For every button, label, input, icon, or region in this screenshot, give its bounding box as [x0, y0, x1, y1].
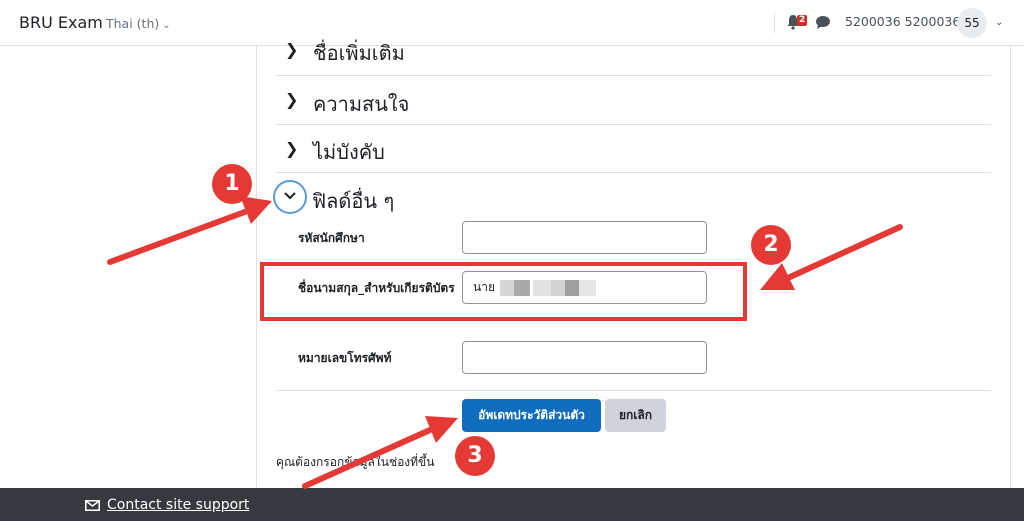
step-1-marker: 1: [212, 164, 252, 204]
step-2-marker: 2: [751, 225, 791, 265]
annotation-arrows: [107, 196, 903, 489]
step-3-marker: 3: [455, 436, 495, 476]
arrow-1: [107, 196, 272, 265]
arrow-3: [302, 416, 458, 489]
